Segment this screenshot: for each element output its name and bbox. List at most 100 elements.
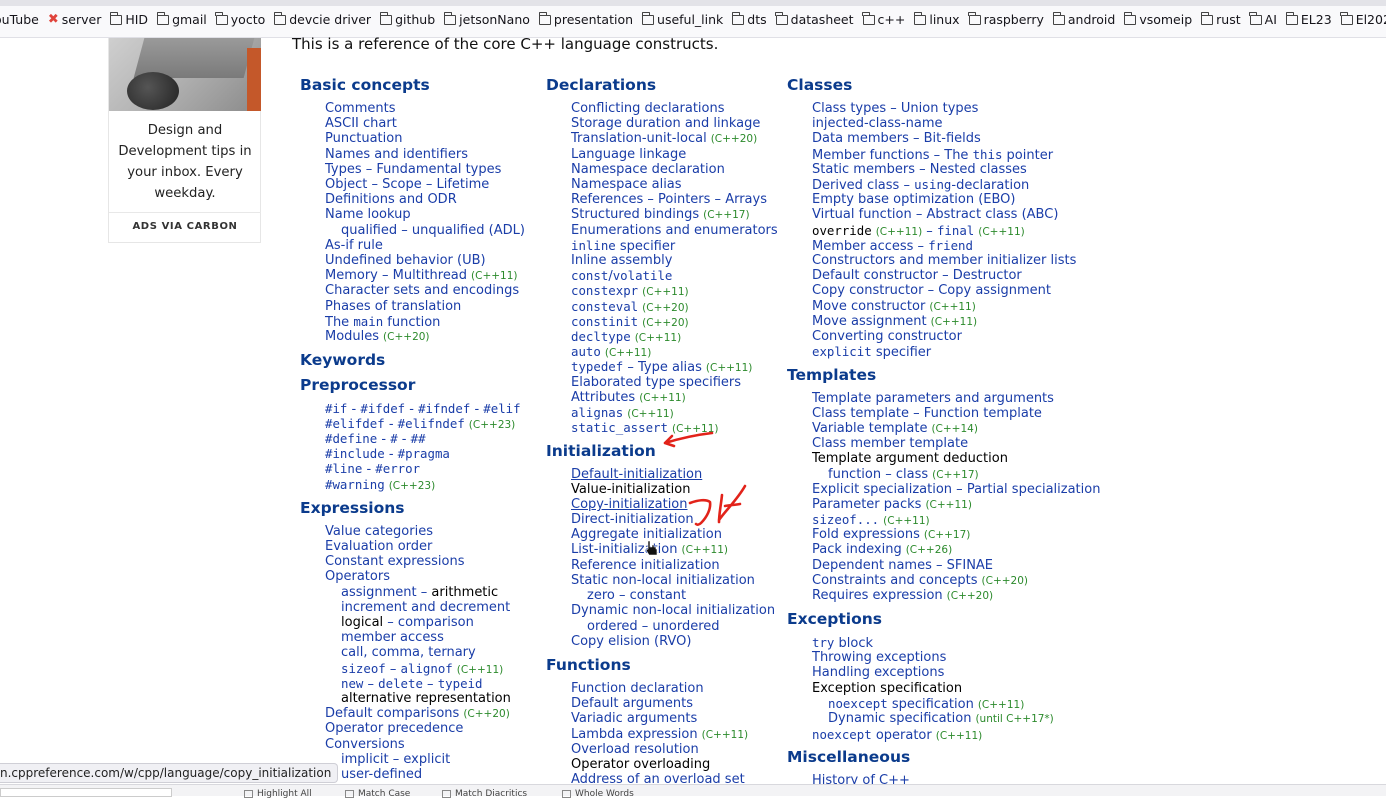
nav-link[interactable]: Default comparisons (325, 706, 459, 721)
nav-link[interactable]: Reference initialization (571, 558, 720, 573)
heading-text[interactable]: Miscellaneous (787, 748, 910, 766)
nav-link[interactable]: Name lookup (325, 207, 411, 222)
nav-link[interactable]: #elifndef (398, 416, 465, 431)
nav-link[interactable]: Language linkage (571, 147, 686, 162)
heading-text[interactable]: Declarations (546, 76, 656, 94)
nav-link[interactable]: Move assignment (812, 314, 927, 329)
section-heading[interactable]: Basic concepts (300, 76, 430, 94)
nav-link[interactable]: Names and identifiers (325, 147, 468, 162)
ad-via-carbon[interactable]: ADS VIA CARBON (109, 221, 261, 232)
nav-link[interactable]: final (937, 223, 974, 238)
nav-link[interactable]: As-if rule (325, 238, 383, 253)
nav-link[interactable]: Scope (382, 177, 422, 192)
nav-link[interactable]: operator (872, 728, 932, 743)
nav-link[interactable]: #if (325, 401, 347, 416)
heading-text[interactable]: Initialization (546, 442, 656, 460)
nav-link[interactable]: Dependent names (812, 558, 932, 573)
nav-link[interactable]: Converting constructor (812, 329, 962, 344)
nav-link[interactable]: Dynamic specification (828, 711, 971, 726)
nav-link[interactable]: The (325, 315, 353, 330)
section-heading[interactable]: Keywords (300, 351, 385, 369)
nav-link[interactable]: #ifdef (360, 401, 405, 416)
nav-link[interactable]: ASCII chart (325, 116, 397, 131)
nav-link[interactable]: Member functions (812, 148, 929, 163)
nav-link[interactable]: sizeof... (812, 512, 879, 527)
bookmark-item[interactable]: El2024 (1340, 11, 1386, 27)
nav-link[interactable]: alignas (571, 405, 623, 420)
nav-link[interactable]: Operators (325, 569, 390, 584)
nav-link[interactable]: Phases of translation (325, 299, 461, 314)
nav-link[interactable]: member access (341, 630, 444, 645)
heading-text[interactable]: Exceptions (787, 610, 882, 628)
nav-link[interactable]: delete (378, 676, 423, 691)
nav-link[interactable]: ordered (587, 619, 638, 634)
nav-link[interactable]: #include (325, 446, 385, 461)
nav-link[interactable]: Copy-initialization (571, 497, 688, 512)
nav-link[interactable]: Memory (325, 268, 378, 283)
nav-link[interactable]: Lifetime (436, 177, 489, 192)
nav-link[interactable]: Copy elision (RVO) (571, 634, 691, 649)
nav-link[interactable]: constexpr (571, 283, 638, 298)
nav-link[interactable]: Explicit specialization (812, 482, 952, 497)
bookmark-item[interactable]: ✖ server (48, 12, 101, 27)
nav-link[interactable]: noexcept (828, 696, 888, 711)
nav-link[interactable]: class (896, 467, 928, 482)
nav-link[interactable]: #elif (483, 401, 520, 416)
nav-link[interactable]: Copy constructor (812, 283, 923, 298)
nav-link[interactable]: static_assert (571, 420, 668, 435)
nav-link[interactable]: specification (888, 697, 974, 712)
nav-link[interactable]: References (571, 192, 643, 207)
nav-link[interactable]: const (571, 268, 608, 283)
nav-link[interactable]: using (914, 177, 951, 192)
bookmark-item[interactable]: yocto (215, 11, 265, 27)
nav-link[interactable]: Member access (812, 239, 913, 254)
nav-link[interactable]: #pragma (398, 446, 450, 461)
nav-link[interactable]: implicit (341, 752, 389, 767)
nav-link[interactable]: Fundamental types (376, 162, 501, 177)
nav-link[interactable]: assignment (341, 585, 417, 600)
nav-link[interactable]: Conversions (325, 737, 405, 752)
nav-link[interactable]: #ifndef (418, 401, 470, 416)
nav-link[interactable]: Static non-local initialization (571, 573, 755, 588)
nav-link[interactable]: Abstract class (ABC) (926, 207, 1058, 222)
nav-link[interactable]: explicit (403, 752, 450, 767)
nav-link[interactable]: function (828, 467, 881, 482)
heading-text[interactable]: Basic concepts (300, 76, 430, 94)
section-heading[interactable]: Declarations (546, 76, 656, 94)
nav-link[interactable]: #error (375, 461, 420, 476)
nav-link[interactable]: Virtual function (812, 207, 912, 222)
bookmark-item[interactable]: gmail (156, 11, 207, 27)
nav-link[interactable]: Undefined behavior (UB) (325, 253, 486, 268)
nav-link[interactable]: Default-initialization (571, 467, 702, 482)
nav-link[interactable]: constant (630, 588, 687, 603)
nav-link[interactable]: Class types (812, 101, 886, 116)
nav-link[interactable]: Variadic arguments (571, 711, 697, 726)
bookmark-item[interactable]: dts (731, 11, 767, 27)
nav-link[interactable]: Template parameters and arguments (812, 391, 1054, 406)
nav-link[interactable]: Inline assembly (571, 253, 672, 268)
nav-link[interactable]: alignof (401, 661, 453, 676)
nav-link[interactable]: new (341, 676, 363, 691)
ad-image[interactable] (109, 38, 261, 111)
nav-link[interactable]: Function template (924, 406, 1042, 421)
section-heading[interactable]: Initialization (546, 442, 656, 460)
nav-link[interactable]: Comments (325, 101, 395, 116)
nav-link[interactable]: Partial specialization (967, 482, 1101, 497)
ad-text[interactable]: Design and Development tips in your inbo… (115, 120, 255, 204)
nav-link[interactable]: # (390, 431, 397, 446)
nav-link[interactable]: try (812, 635, 834, 650)
section-heading[interactable]: Preprocessor (300, 376, 415, 394)
nav-link[interactable]: Modules (325, 329, 379, 344)
nav-link[interactable]: noexcept (812, 727, 872, 742)
nav-link[interactable]: decltype (571, 329, 631, 344)
nav-link[interactable]: Data members (812, 131, 909, 146)
nav-link[interactable]: Value categories (325, 524, 433, 539)
nav-link[interactable]: consteval (571, 299, 638, 314)
find-option-highlight-all[interactable]: Highlight All (244, 789, 312, 799)
nav-link[interactable]: inline (571, 238, 616, 253)
nav-link[interactable]: Namespace alias (571, 177, 682, 192)
sidebar-ad[interactable]: Design and Development tips in your inbo… (108, 38, 261, 243)
bookmark-item[interactable]: AI (1249, 11, 1277, 27)
nav-link[interactable]: #define (325, 431, 377, 446)
bookmark-item[interactable]: raspberry (968, 11, 1044, 27)
